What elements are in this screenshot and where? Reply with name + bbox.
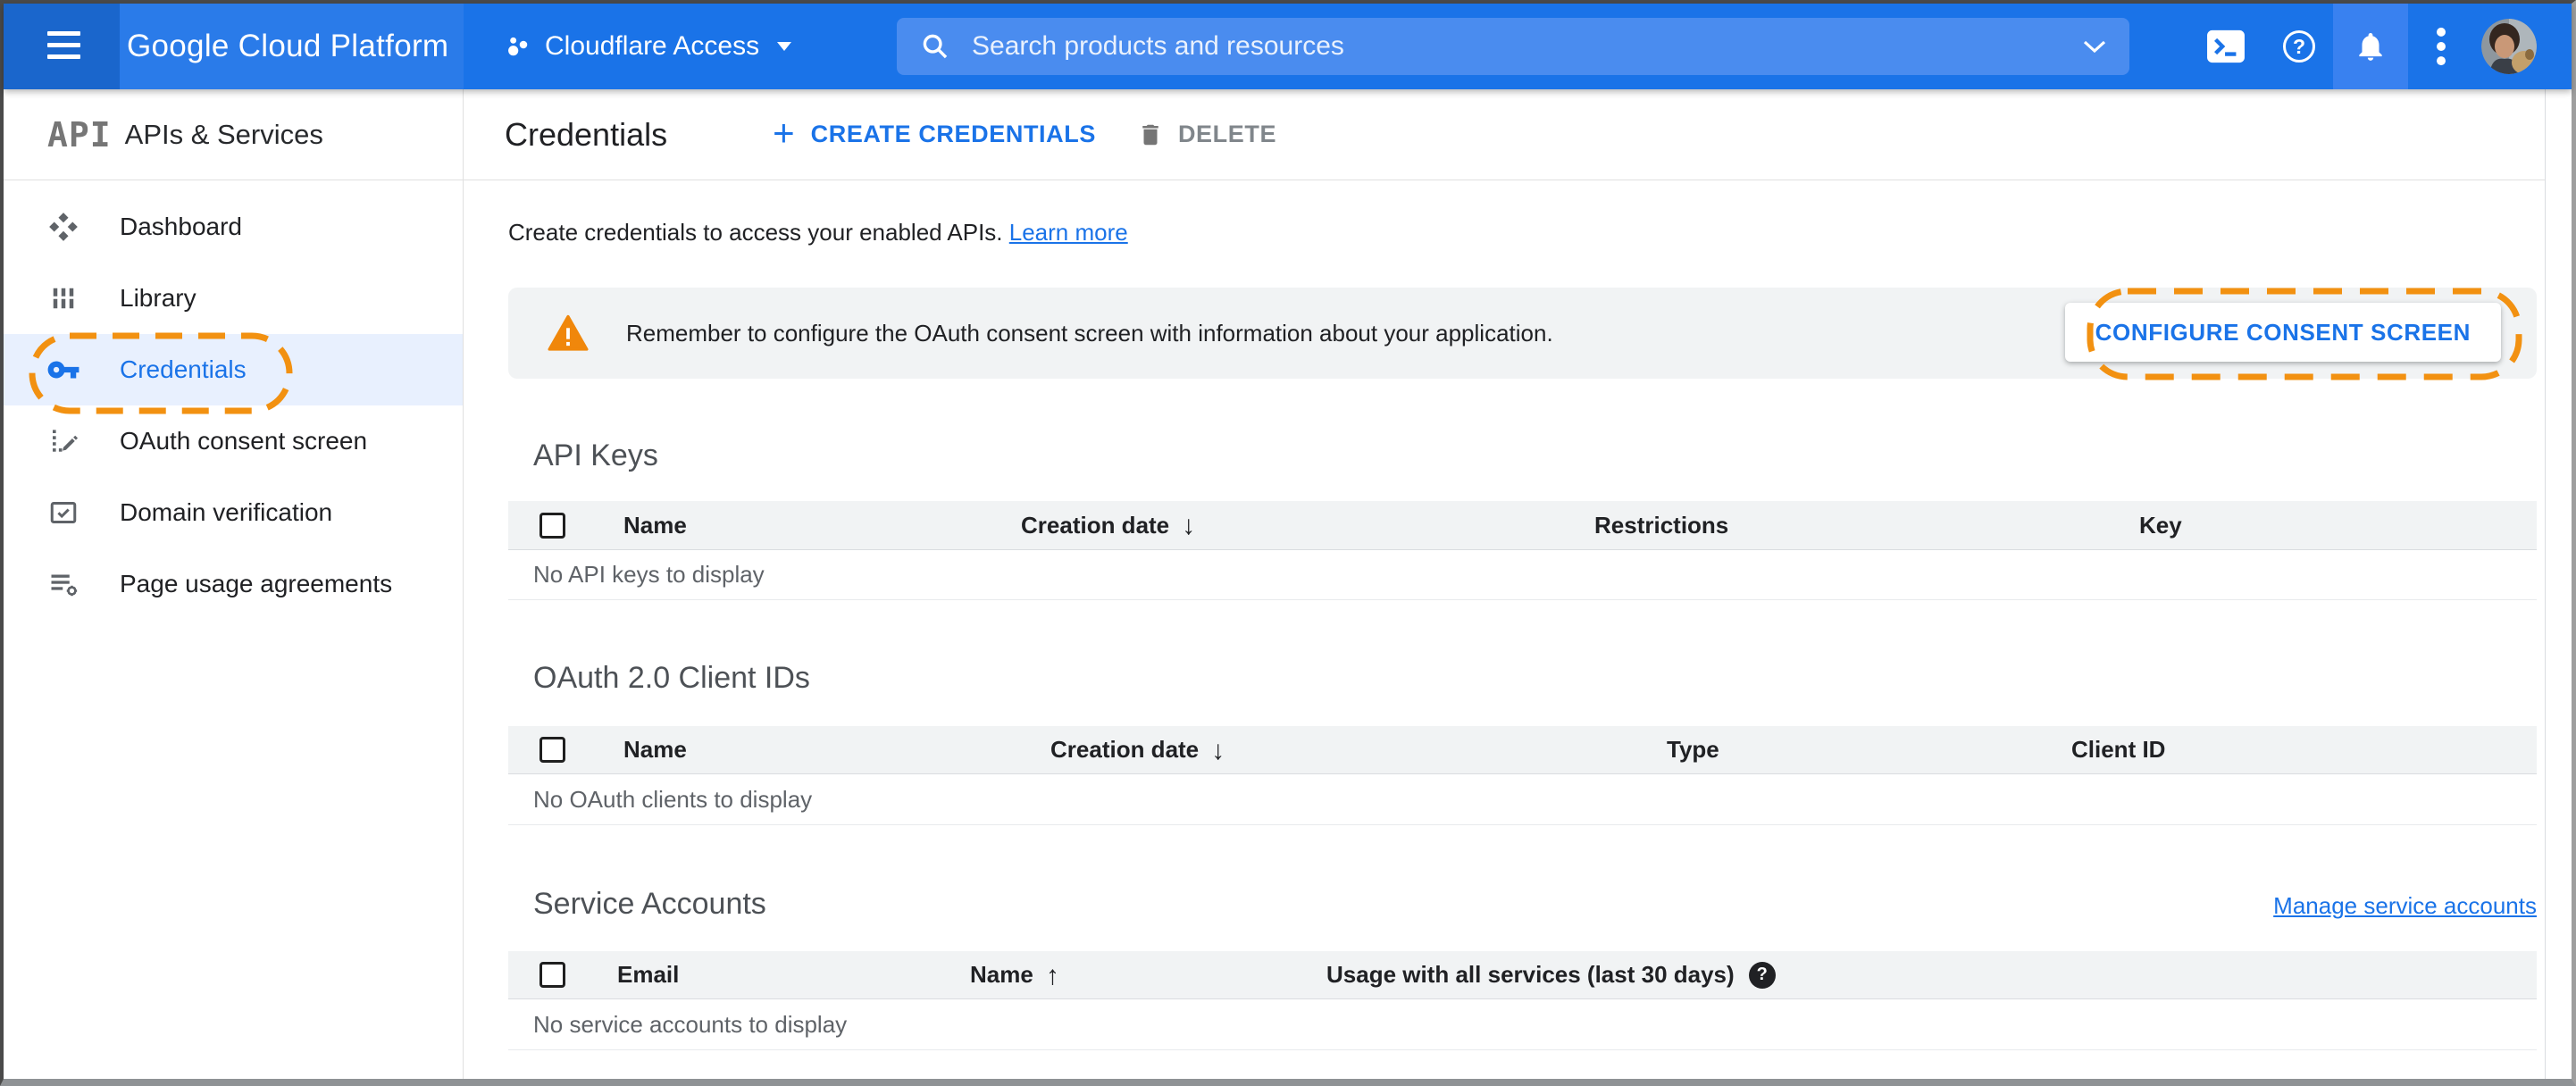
sidebar-nav: Dashboard Library Credentials OAuth cons… (4, 180, 464, 1079)
sidebar-item-label: Credentials (120, 355, 247, 383)
sidebar-item-domain-verification[interactable]: Domain verification (4, 477, 463, 548)
column-header-name[interactable]: Name ↑ (970, 951, 1059, 998)
delete-label: DELETE (1177, 121, 1277, 147)
scrollbar-gutter[interactable] (2545, 89, 2572, 1079)
consent-warning-banner: Remember to configure the OAuth consent … (508, 288, 2537, 380)
api-keys-section-title: API Keys (533, 439, 658, 472)
column-header-type: Type (1667, 736, 1719, 763)
agreements-icon (46, 566, 81, 602)
notifications-bell-icon[interactable] (2333, 4, 2408, 89)
sidebar-item-label: Library (120, 284, 197, 312)
oauth-clients-section-title: OAuth 2.0 Client IDs (533, 661, 810, 695)
api-keys-table: Name Creation date ↓ Restrictions Key No… (508, 501, 2537, 600)
service-accounts-table-header: Email Name ↑ Usage with all services (la… (508, 951, 2537, 999)
main-content: Create credentials to access your enable… (464, 180, 2545, 1079)
banner-message: Remember to configure the OAuth consent … (626, 319, 1553, 347)
column-header-key: Key (2139, 511, 2182, 539)
consent-screen-icon (46, 423, 81, 459)
service-accounts-empty-row: No service accounts to display (508, 999, 2537, 1050)
cloud-shell-icon[interactable] (2190, 4, 2262, 89)
select-all-checkbox[interactable] (539, 512, 565, 539)
page-title: Credentials (505, 115, 668, 153)
sidebar-item-library[interactable]: Library (4, 263, 463, 334)
sidebar-item-label: OAuth consent screen (120, 427, 368, 455)
oauth-clients-table-header: Name Creation date ↓ Type Client ID (508, 726, 2537, 774)
column-header-name: Name (623, 511, 687, 539)
help-icon[interactable]: ? (2263, 4, 2335, 89)
project-selector[interactable]: Cloudflare Access (504, 4, 792, 89)
service-accounts-section-title: Service Accounts (533, 887, 766, 921)
select-all-checkbox[interactable] (539, 962, 565, 988)
page-toolbar: Credentials + CREATE CREDENTIALS DELETE (464, 89, 2545, 180)
column-header-restrictions: Restrictions (1594, 511, 1729, 539)
sort-desc-icon: ↓ (1211, 735, 1225, 765)
app-bar: Google Cloud Platform Cloudflare Access (4, 4, 2572, 89)
api-logo: API (47, 114, 112, 155)
api-keys-table-header: Name Creation date ↓ Restrictions Key (508, 501, 2537, 550)
domain-verification-icon (46, 495, 81, 530)
sidebar-item-label: Page usage agreements (120, 570, 393, 597)
sub-header-row: API APIs & Services Credentials + CREATE… (4, 89, 2545, 180)
help-glyph: ? (1756, 965, 1768, 984)
learn-more-link[interactable]: Learn more (1009, 219, 1128, 246)
service-accounts-section-header: Service Accounts Manage service accounts (508, 884, 2537, 923)
select-all-checkbox[interactable] (539, 737, 565, 763)
sidebar-item-page-usage-agreements[interactable]: Page usage agreements (4, 548, 463, 620)
sidebar-item-dashboard[interactable]: Dashboard (4, 191, 463, 263)
plus-icon: + (773, 111, 795, 154)
create-credentials-label: CREATE CREDENTIALS (810, 121, 1096, 147)
column-label: Name (970, 961, 1033, 988)
key-icon (46, 352, 81, 388)
sidebar-header: API APIs & Services (4, 89, 464, 180)
project-caret-down-icon (777, 42, 792, 51)
column-label: Creation date (1050, 736, 1200, 763)
sort-desc-icon: ↓ (1182, 511, 1196, 540)
column-header-creation-date[interactable]: Creation date ↓ (1021, 501, 1195, 549)
delete-button[interactable]: DELETE (1137, 121, 1276, 149)
search-icon (920, 31, 950, 62)
project-name: Cloudflare Access (545, 31, 760, 61)
intro-text: Create credentials to access your enable… (508, 216, 2537, 248)
manage-service-accounts-link[interactable]: Manage service accounts (2273, 892, 2537, 923)
search-bar (897, 18, 2129, 75)
sidebar-item-oauth-consent[interactable]: OAuth consent screen (4, 405, 463, 477)
sidebar-title: APIs & Services (124, 118, 323, 150)
dashboard-icon (46, 209, 81, 245)
intro-sentence: Create credentials to access your enable… (508, 219, 1009, 246)
warning-triangle-icon (548, 314, 589, 352)
trash-icon (1142, 124, 1158, 145)
api-keys-empty-row: No API keys to display (508, 550, 2537, 600)
sidebar-item-label: Dashboard (120, 213, 242, 240)
help-glyph: ? (2292, 34, 2306, 58)
column-header-name: Name (623, 736, 687, 763)
configure-consent-screen-button[interactable]: CONFIGURE CONSENT SCREEN (2064, 303, 2501, 362)
oauth-clients-empty-row: No OAuth clients to display (508, 774, 2537, 825)
search-input[interactable] (972, 31, 2070, 62)
gcp-console-window: Google Cloud Platform Cloudflare Access (0, 0, 2576, 1086)
product-logo-text[interactable]: Google Cloud Platform (127, 4, 448, 89)
library-icon (46, 280, 81, 316)
sidebar-item-label: Domain verification (120, 498, 333, 526)
usage-help-icon[interactable]: ? (1748, 961, 1776, 989)
search-chevron-down-icon[interactable] (2083, 40, 2106, 54)
create-credentials-button[interactable]: + CREATE CREDENTIALS (773, 111, 1096, 154)
column-label: Creation date (1021, 511, 1170, 539)
sort-asc-icon: ↑ (1045, 960, 1059, 990)
column-header-email: Email (617, 961, 680, 988)
column-label: Usage with all services (last 30 days) (1326, 961, 1735, 988)
column-header-creation-date[interactable]: Creation date ↓ (1050, 726, 1225, 773)
service-accounts-table: Email Name ↑ Usage with all services (la… (508, 951, 2537, 1050)
sidebar-item-credentials[interactable]: Credentials (4, 334, 463, 405)
more-options-icon[interactable] (2408, 4, 2474, 89)
hamburger-menu-icon[interactable] (47, 31, 80, 66)
column-header-client-id: Client ID (2071, 736, 2166, 763)
oauth-clients-table: Name Creation date ↓ Type Client ID No O… (508, 726, 2537, 825)
column-header-usage: Usage with all services (last 30 days) ? (1326, 951, 1776, 998)
project-logo-icon (504, 32, 532, 61)
account-avatar[interactable] (2481, 19, 2537, 74)
